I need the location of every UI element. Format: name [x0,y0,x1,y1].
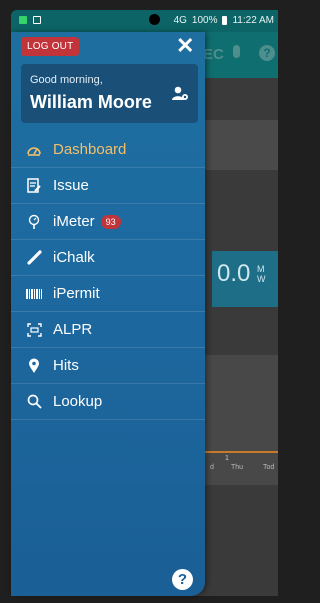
status-bar: 4G 100% 11:22 AM [11,10,278,32]
menu-label: iPermit [53,285,100,302]
status-right: 4G 100% 11:22 AM [174,15,274,26]
menu-label: Hits [53,357,79,374]
imeter-icon [26,214,42,230]
status-time: 11:22 AM [232,15,274,26]
drawer-menu: Dashboard Issue iMeter 93 iChalk iPermit… [11,132,205,420]
background-header-text: EC [203,46,224,63]
menu-item-alpr[interactable]: ALPR [11,312,205,348]
location-pin-icon [26,358,42,374]
menu-item-dashboard[interactable]: Dashboard [11,132,205,168]
network-label: 4G [173,15,187,26]
dashboard-icon [26,142,42,158]
app-notification-icon [33,16,41,24]
chalk-icon [26,250,42,266]
menu-label: iMeter [53,213,95,230]
close-icon[interactable]: ✕ [176,33,194,59]
header-help-icon: ? [259,45,275,61]
menu-item-ichalk[interactable]: iChalk [11,240,205,276]
barcode-icon [26,286,42,302]
status-left-icons [19,16,41,24]
user-settings-icon[interactable] [171,85,189,103]
notification-icon [19,16,27,24]
microphone-icon [233,45,240,58]
search-icon [26,394,42,410]
menu-item-hits[interactable]: Hits [11,348,205,384]
user-name: William Moore [30,92,152,112]
issue-icon [26,178,42,194]
battery-label: 100% [191,15,218,26]
chart-point-label: 1 [225,455,229,462]
camera-cutout [149,14,160,25]
chart-day-label: Thu [231,464,244,471]
menu-label: iChalk [53,249,95,266]
battery-icon [222,16,228,25]
user-card: Good morning, William Moore [21,64,198,123]
notification-badge: 93 [100,214,121,229]
menu-item-lookup[interactable]: Lookup [11,384,205,420]
menu-item-issue[interactable]: Issue [11,168,205,204]
meter-value: 0.0 [217,260,251,287]
greeting-text: Good morning, [30,74,103,86]
plate-scan-icon [26,322,42,338]
chart-day-label: d [210,464,214,471]
menu-label: Dashboard [53,141,127,158]
menu-label: Issue [53,177,89,194]
menu-label: Lookup [53,393,103,410]
chart-day-label: Tod [263,464,275,471]
meter-unit: M W [257,264,266,284]
chart-line [204,451,278,453]
logout-button[interactable]: LOG OUT [21,37,80,56]
help-button[interactable]: ? [172,569,193,590]
menu-item-imeter[interactable]: iMeter 93 [11,204,205,240]
menu-item-ipermit[interactable]: iPermit [11,276,205,312]
menu-label: ALPR [53,321,93,338]
navigation-drawer: LOG OUT ✕ Good morning, William Moore Da… [11,32,205,596]
